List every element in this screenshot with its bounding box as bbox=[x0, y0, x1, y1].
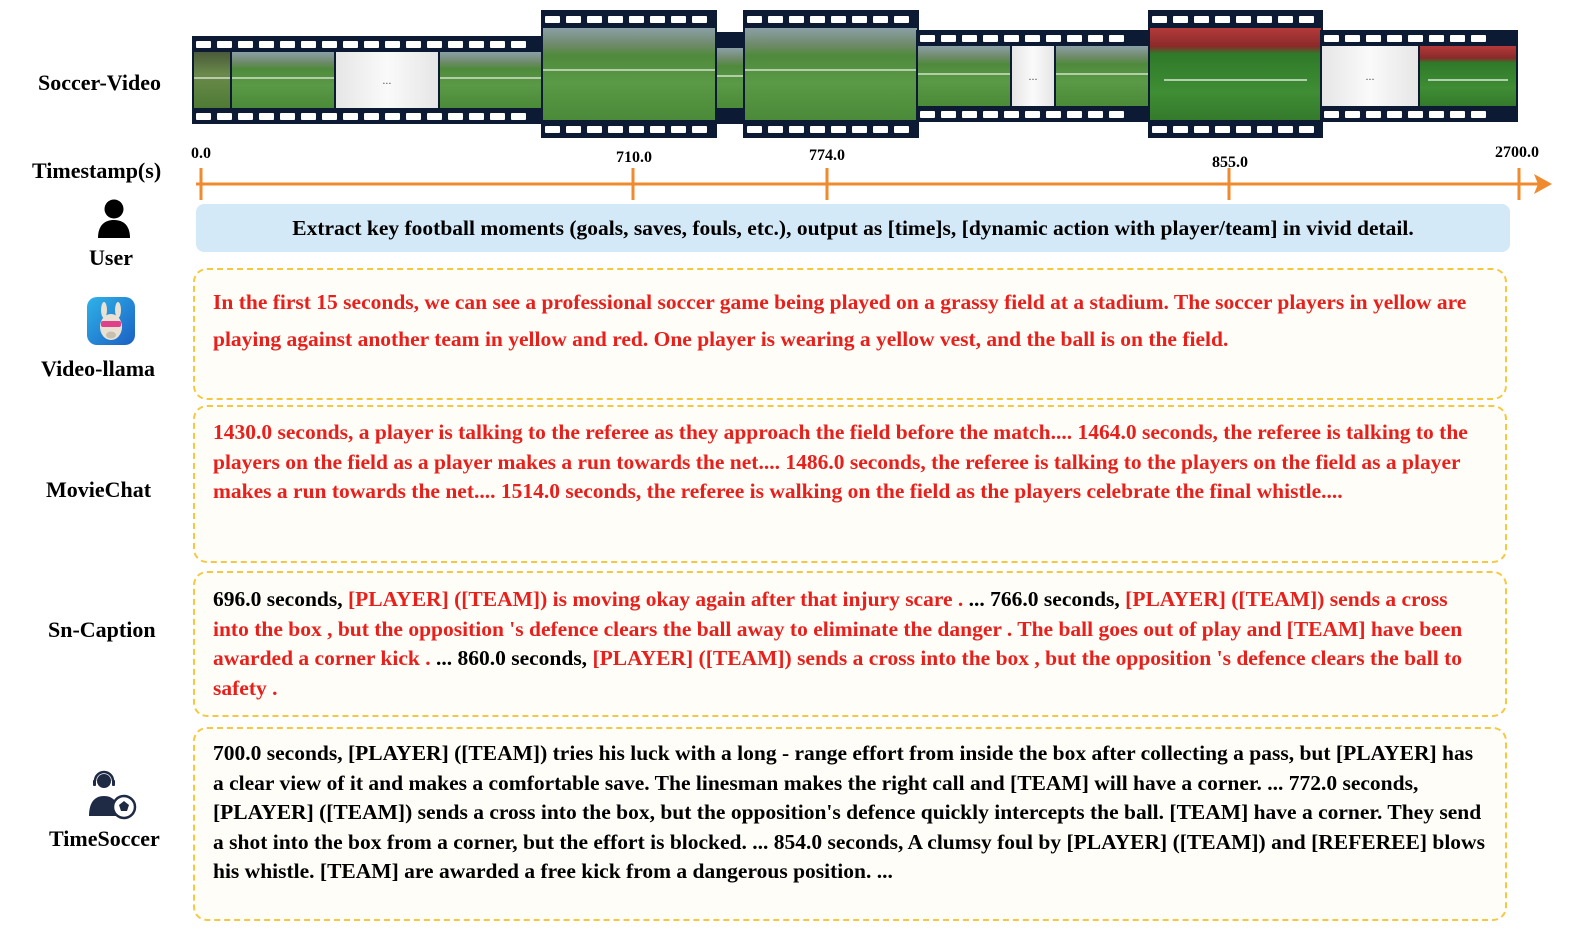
key-frame-774 bbox=[743, 10, 919, 138]
videollama-text: In the first 15 seconds, we can see a pr… bbox=[213, 290, 1467, 351]
video-frame-gap: ... bbox=[1322, 46, 1418, 106]
film-segment: ... bbox=[192, 36, 544, 124]
tick-label-2700: 2700.0 bbox=[1495, 144, 1539, 161]
sncaption-timestamp: ... 766.0 seconds, bbox=[968, 587, 1126, 611]
video-frame bbox=[194, 52, 230, 108]
video-frame-gap: ... bbox=[1012, 46, 1054, 106]
video-frame bbox=[1150, 28, 1321, 120]
soccer-video-label: Soccer-Video bbox=[38, 70, 161, 95]
llama-icon bbox=[87, 297, 135, 345]
key-frame-855 bbox=[1148, 10, 1323, 138]
video-frame bbox=[231, 52, 334, 108]
video-frame bbox=[1055, 46, 1149, 106]
video-frame bbox=[918, 46, 1011, 106]
tick-label-855: 855.0 bbox=[1212, 154, 1248, 171]
video-frame-gap: ... bbox=[335, 52, 438, 108]
user-icon bbox=[98, 199, 130, 238]
timesoccer-output: 700.0 seconds, [PLAYER] ([TEAM]) tries h… bbox=[193, 727, 1507, 921]
video-frame bbox=[1420, 46, 1516, 106]
sncaption-output: 696.0 seconds, [PLAYER] ([TEAM]) is movi… bbox=[193, 571, 1507, 717]
sncaption-label: Sn-Caption bbox=[48, 617, 156, 642]
key-frame-710 bbox=[541, 10, 717, 138]
sncaption-timestamp: ... 860.0 seconds, bbox=[435, 646, 593, 670]
video-frame bbox=[745, 28, 917, 120]
moviechat-text: 1430.0 seconds, a player is talking to t… bbox=[213, 420, 1468, 503]
timesoccer-label: TimeSoccer bbox=[49, 826, 160, 851]
moviechat-label: MovieChat bbox=[46, 477, 152, 502]
film-segment: ... bbox=[916, 30, 1150, 122]
tick-label-710: 710.0 bbox=[616, 149, 652, 166]
tick-label-0: 0.0 bbox=[191, 145, 211, 162]
moviechat-output: 1430.0 seconds, a player is talking to t… bbox=[193, 405, 1507, 563]
soccer-agent-icon bbox=[89, 770, 137, 820]
video-frame bbox=[717, 48, 743, 108]
timesoccer-text: 700.0 seconds, [PLAYER] ([TEAM]) tries h… bbox=[213, 741, 1485, 883]
sncaption-caption: [PLAYER] ([TEAM]) is moving okay again a… bbox=[347, 587, 969, 611]
sncaption-timestamp: 696.0 seconds, bbox=[213, 587, 348, 611]
film-segment bbox=[715, 32, 745, 124]
video-frame bbox=[439, 52, 543, 108]
videollama-label: Video-llama bbox=[41, 356, 156, 381]
videollama-output: In the first 15 seconds, we can see a pr… bbox=[193, 268, 1507, 400]
tick-label-774: 774.0 bbox=[809, 147, 845, 164]
user-prompt: Extract key football moments (goals, sav… bbox=[196, 204, 1510, 252]
timeline-axis bbox=[196, 168, 1552, 200]
video-frame bbox=[543, 28, 715, 120]
film-segment: ... bbox=[1320, 30, 1518, 122]
user-label: User bbox=[89, 245, 133, 270]
